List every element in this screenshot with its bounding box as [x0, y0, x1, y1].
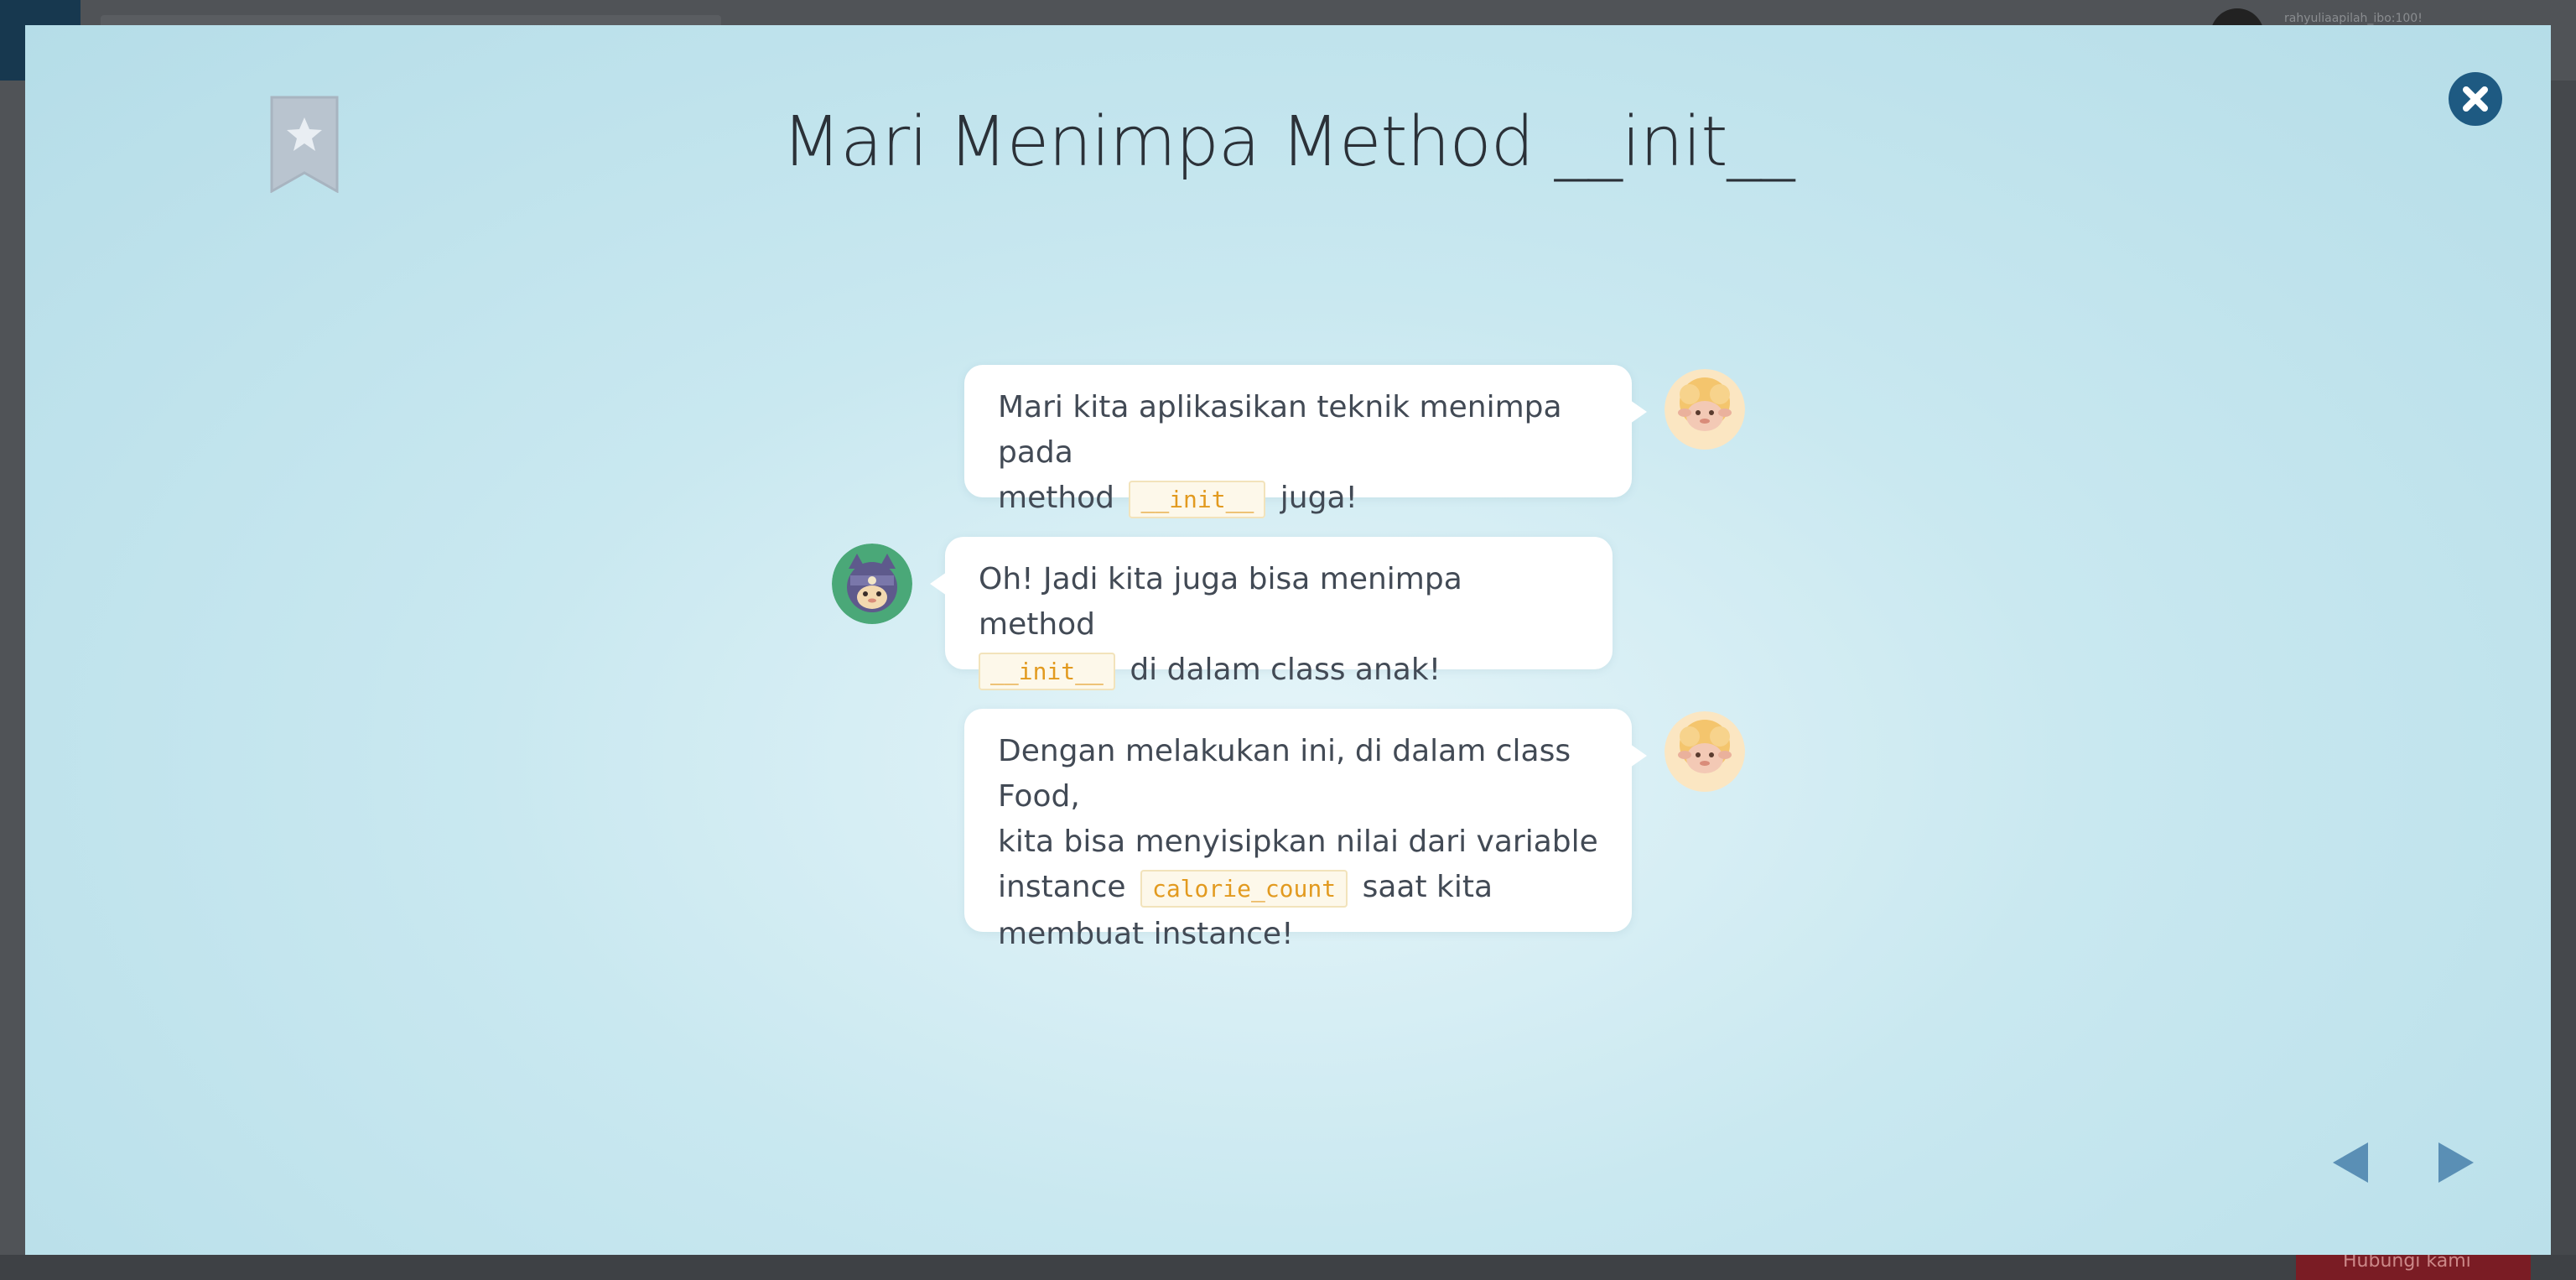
- chat-bubble-sheep-1: Mari kita aplikasikan teknik menimpa pad…: [964, 365, 1647, 518]
- message-text: kita bisa menyisipkan nilai dari variabl…: [998, 825, 1598, 859]
- footer-bar: [0, 1255, 2576, 1280]
- message-text: Oh! Jadi kita juga bisa menimpa method: [979, 562, 1462, 642]
- message-text: instance: [998, 870, 1126, 904]
- message-text: saat kita: [1362, 870, 1493, 904]
- message-text: juga!: [1280, 481, 1358, 515]
- chat-bubble-ninja-cat: Oh! Jadi kita juga bisa menimpa method _…: [930, 537, 1613, 690]
- message-text: Dengan melakukan ini, di dalam class Foo…: [998, 734, 1571, 814]
- inline-code: calorie_count: [1140, 870, 1348, 908]
- slide-modal: Mari Menimpa Method __init__ Mari kita a…: [25, 25, 2551, 1255]
- arrow-right-icon[interactable]: [2430, 1137, 2480, 1188]
- inline-code: __init__: [979, 653, 1115, 690]
- chat-bubble-sheep-2: Dengan melakukan ini, di dalam class Foo…: [964, 709, 1647, 951]
- ninja-cat-avatar-icon: [832, 544, 912, 624]
- slide-title: Mari Menimpa Method __init__: [782, 102, 1794, 182]
- arrow-left-icon[interactable]: [2326, 1137, 2376, 1188]
- sheep-avatar-icon: [1665, 711, 1745, 792]
- user-name: rahyuliaapilah_ibo:100!: [2284, 12, 2423, 25]
- message-text: method: [998, 481, 1115, 515]
- message-text: membuat instance!: [998, 917, 1294, 951]
- page-scrollbar: [2551, 81, 2576, 1255]
- message-text: Mari kita aplikasikan teknik menimpa pad…: [998, 390, 1562, 470]
- sheep-avatar-icon: [1665, 369, 1745, 450]
- inline-code: __init__: [1129, 481, 1266, 518]
- message-text: di dalam class anak!: [1130, 653, 1441, 687]
